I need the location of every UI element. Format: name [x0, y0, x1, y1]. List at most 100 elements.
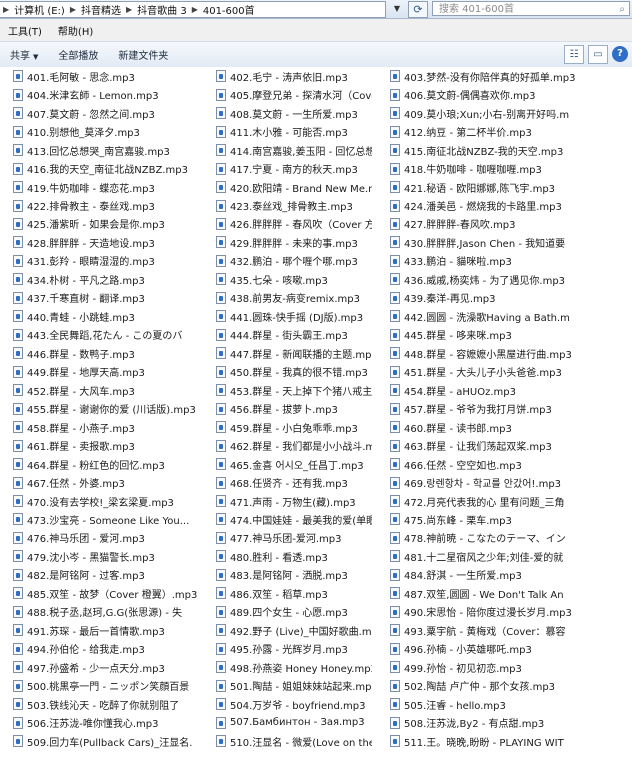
file-item[interactable]: 500.桃黒亭一門 - ニッポン笑顔百景	[0, 676, 199, 694]
file-item[interactable]: 413.回忆总想哭_南宫嘉骏.mp3	[0, 141, 199, 159]
chevron-down-icon[interactable]: ▼	[390, 2, 404, 16]
file-item[interactable]: 480.胜利 - 看透.mp3	[199, 547, 372, 565]
search-input[interactable]: 搜索 401-600首 ⌕	[432, 1, 630, 16]
file-item[interactable]: 478.神前暁 - こなたのテーマ、イン	[372, 529, 632, 547]
chevron-right-icon[interactable]: ▶	[67, 5, 79, 14]
menu-tools[interactable]: 工具(T)	[0, 23, 50, 38]
file-item[interactable]: 420.欧阳靖 - Brand New Me.mp3	[199, 178, 372, 196]
file-item[interactable]: 495.孙露 - 光辉岁月.mp3	[199, 640, 372, 658]
file-item[interactable]: 432.鹏泊 - 哪个喱个哪.mp3	[199, 252, 372, 270]
file-item[interactable]: 502.陶喆 卢广仲 - 那个女孩.mp3	[372, 676, 632, 694]
file-item[interactable]: 405.摩登兄弟 - 探清水河（Cover：	[199, 85, 372, 103]
file-item[interactable]: 433.鹏泊 - 貓咪啦.mp3	[372, 252, 632, 270]
file-item[interactable]: 423.泰丝戏_排骨教主.mp3	[199, 196, 372, 214]
file-item[interactable]: 417.宁夏 - 南方的秋天.mp3	[199, 159, 372, 177]
preview-pane-button[interactable]: ▭	[588, 45, 608, 64]
file-item[interactable]: 418.牛奶咖啡 - 咖喱咖喱.mp3	[372, 159, 632, 177]
file-item[interactable]: 471.声雨 - 万物生(藏).mp3	[199, 492, 372, 510]
file-item[interactable]: 421.秘语 - 欧阳娜娜,陈飞宇.mp3	[372, 178, 632, 196]
file-item[interactable]: 429.胖胖胖 - 未来的事.mp3	[199, 233, 372, 251]
file-item[interactable]: 416.我的天空_南征北战NZBZ.mp3	[0, 159, 199, 177]
file-item[interactable]: 428.胖胖胖 - 天造地设.mp3	[0, 233, 199, 251]
file-item[interactable]: 490.宋思怡 - 陪你度过漫长岁月.mp3	[372, 603, 632, 621]
file-item[interactable]: 505.汪睿 - hello.mp3	[372, 695, 632, 713]
file-item[interactable]: 494.孙伯伦 - 给我走.mp3	[0, 640, 199, 658]
file-item[interactable]: 414.南宫嘉骏,姜玉阳 - 回忆总想哭	[199, 141, 372, 159]
file-item[interactable]: 412.纳豆 - 第二杯半价.mp3	[372, 122, 632, 140]
file-item[interactable]: 476.神马乐团 - 爱河.mp3	[0, 529, 199, 547]
file-item[interactable]: 430.胖胖胖,Jason Chen - 我知道要	[372, 233, 632, 251]
file-item[interactable]: 440.青蛙 - 小跳蛙.mp3	[0, 307, 199, 325]
file-item[interactable]: 450.群星 - 我真的很不错.mp3	[199, 363, 372, 381]
file-item[interactable]: 469.랑렌항차 - 학교를 안갔어!.mp3	[372, 473, 632, 491]
file-item[interactable]: 411.木小雅 - 可能否.mp3	[199, 122, 372, 140]
file-item[interactable]: 415.南征北战NZBZ-我的天空.mp3	[372, 141, 632, 159]
chevron-right-icon[interactable]: ▶	[123, 5, 135, 14]
file-item[interactable]: 491.苏琛 - 最后一首情歌.mp3	[0, 621, 199, 639]
file-item[interactable]: 465.金喜 어시오_任昌丁.mp3	[199, 455, 372, 473]
file-item[interactable]: 407.莫文蔚 - 忽然之间.mp3	[0, 104, 199, 122]
file-item[interactable]: 477.神马乐团-爱河.mp3	[199, 529, 372, 547]
file-item[interactable]: 438.前男友-病变remix.mp3	[199, 289, 372, 307]
file-item[interactable]: 508.汪苏泷,By2 - 有点甜.mp3	[372, 713, 632, 731]
file-item[interactable]: 437.千寒直树 - 翻译.mp3	[0, 289, 199, 307]
file-item[interactable]: 462.群星 - 我们都是小小战斗.mp3	[199, 436, 372, 454]
file-item[interactable]: 498.孙燕姿 Honey Honey.mp3	[199, 658, 372, 676]
file-item[interactable]: 459.群星 - 小白兔乖乖.mp3	[199, 418, 372, 436]
file-item[interactable]: 460.群星 - 读书郎.mp3	[372, 418, 632, 436]
file-item[interactable]: 472.月亮代表我的心 里有问题_三角	[372, 492, 632, 510]
file-item[interactable]: 497.孙盛希 - 少一点天分.mp3	[0, 658, 199, 676]
file-item[interactable]: 466.任然 - 空空如也.mp3	[372, 455, 632, 473]
play-all-button[interactable]: 全部播放	[48, 47, 108, 62]
file-item[interactable]: 464.群星 - 粉红色的回忆.mp3	[0, 455, 199, 473]
breadcrumb-item[interactable]: 计算机 (E:)	[12, 2, 67, 17]
chevron-right-icon[interactable]: ▶	[189, 5, 201, 14]
file-item[interactable]: 409.莫小琅;Xun;小右-别离开好吗.m	[372, 104, 632, 122]
file-item[interactable]: 486.双笙 - 稻草.mp3	[199, 584, 372, 602]
file-item[interactable]: 448.群星 - 容嬷嬷小黑屋进行曲.mp3	[372, 344, 632, 362]
file-item[interactable]: 426.胖胖胖 - 春风吹（Cover 方大	[199, 215, 372, 233]
file-item[interactable]: 485.双笙 - 故梦（Cover 橙翼）.mp3	[0, 584, 199, 602]
file-item[interactable]: 451.群星 - 大头儿子小头爸爸.mp3	[372, 363, 632, 381]
file-item[interactable]: 422.排骨教主 - 泰丝戏.mp3	[0, 196, 199, 214]
help-icon[interactable]: ?	[612, 46, 628, 62]
file-item[interactable]: 402.毛宁 - 涛声依旧.mp3	[199, 67, 372, 85]
file-item[interactable]: 445.群星 - 哆来咪.mp3	[372, 326, 632, 344]
file-item[interactable]: 468.任贤齐 - 还有我.mp3	[199, 473, 372, 491]
file-item[interactable]: 467.任然 - 外婆.mp3	[0, 473, 199, 491]
file-item[interactable]: 509.回力车(Pullback Cars)_汪显名.	[0, 732, 199, 750]
file-item[interactable]: 507.Бамбинтон - Зая.mp3	[199, 713, 372, 731]
file-item[interactable]: 401.毛阿敏 - 思念.mp3	[0, 67, 199, 85]
file-item[interactable]: 511.王。晓晚,盼盼 - PLAYING WIT	[372, 732, 632, 750]
file-item[interactable]: 492.野子 (Live)_中国好歌曲.mp3	[199, 621, 372, 639]
file-item[interactable]: 454.群星 - aHUOz.mp3	[372, 381, 632, 399]
file-item[interactable]: 419.牛奶咖啡 - 蝶恋花.mp3	[0, 178, 199, 196]
file-item[interactable]: 406.莫文蔚-偶偶喜欢你.mp3	[372, 85, 632, 103]
file-item[interactable]: 435.七朵 - 咳嗽.mp3	[199, 270, 372, 288]
file-item[interactable]: 506.汪苏泷-唯你懂我心.mp3	[0, 713, 199, 731]
file-item[interactable]: 455.群星 - 谢谢你的爱 (川话版).mp3	[0, 399, 199, 417]
file-item[interactable]: 499.孙怡 - 初见初恋.mp3	[372, 658, 632, 676]
file-item[interactable]: 461.群星 - 卖报歌.mp3	[0, 436, 199, 454]
file-item[interactable]: 447.群星 - 新闻联播的主题.mp3	[199, 344, 372, 362]
file-item[interactable]: 473.沙宝亮 - Someone Like You...	[0, 510, 199, 528]
file-item[interactable]: 483.是阿铭阿 - 洒脱.mp3	[199, 566, 372, 584]
file-item[interactable]: 503.铁线沁天 - 吃醉了你就别阻了	[0, 695, 199, 713]
breadcrumb-item[interactable]: 抖音精选	[79, 2, 123, 17]
file-item[interactable]: 444.群星 - 街头霸王.mp3	[199, 326, 372, 344]
file-item[interactable]: 487.双笙,圆圆 - We Don't Talk An	[372, 584, 632, 602]
file-item[interactable]: 504.万岁爷 - boyfriend.mp3	[199, 695, 372, 713]
file-item[interactable]: 434.朴树 - 平凡之路.mp3	[0, 270, 199, 288]
file-item[interactable]: 481.十二星宿风之少年;刘佳-爱的就	[372, 547, 632, 565]
file-item[interactable]: 404.米津玄師 - Lemon.mp3	[0, 85, 199, 103]
file-item[interactable]: 436.威戚,杨奕炜 - 为了遇见你.mp3	[372, 270, 632, 288]
breadcrumb[interactable]: ▶ 计算机 (E:) ▶ 抖音精选 ▶ 抖音歌曲 3 ▶ 401-600首	[0, 1, 386, 18]
file-item[interactable]: 479.沈小岑 - 黑猫警长.mp3	[0, 547, 199, 565]
file-item[interactable]: 489.四个女生 - 心愿.mp3	[199, 603, 372, 621]
file-item[interactable]: 452.群星 - 大风车.mp3	[0, 381, 199, 399]
file-item[interactable]: 449.群星 - 地厚天高.mp3	[0, 363, 199, 381]
file-item[interactable]: 484.舒淇 - 一生所爱.mp3	[372, 566, 632, 584]
file-item[interactable]: 488.税子丞,赵珂,G.G(张思源) - 失	[0, 603, 199, 621]
file-item[interactable]: 458.群星 - 小燕子.mp3	[0, 418, 199, 436]
file-item[interactable]: 446.群星 - 数鸭子.mp3	[0, 344, 199, 362]
